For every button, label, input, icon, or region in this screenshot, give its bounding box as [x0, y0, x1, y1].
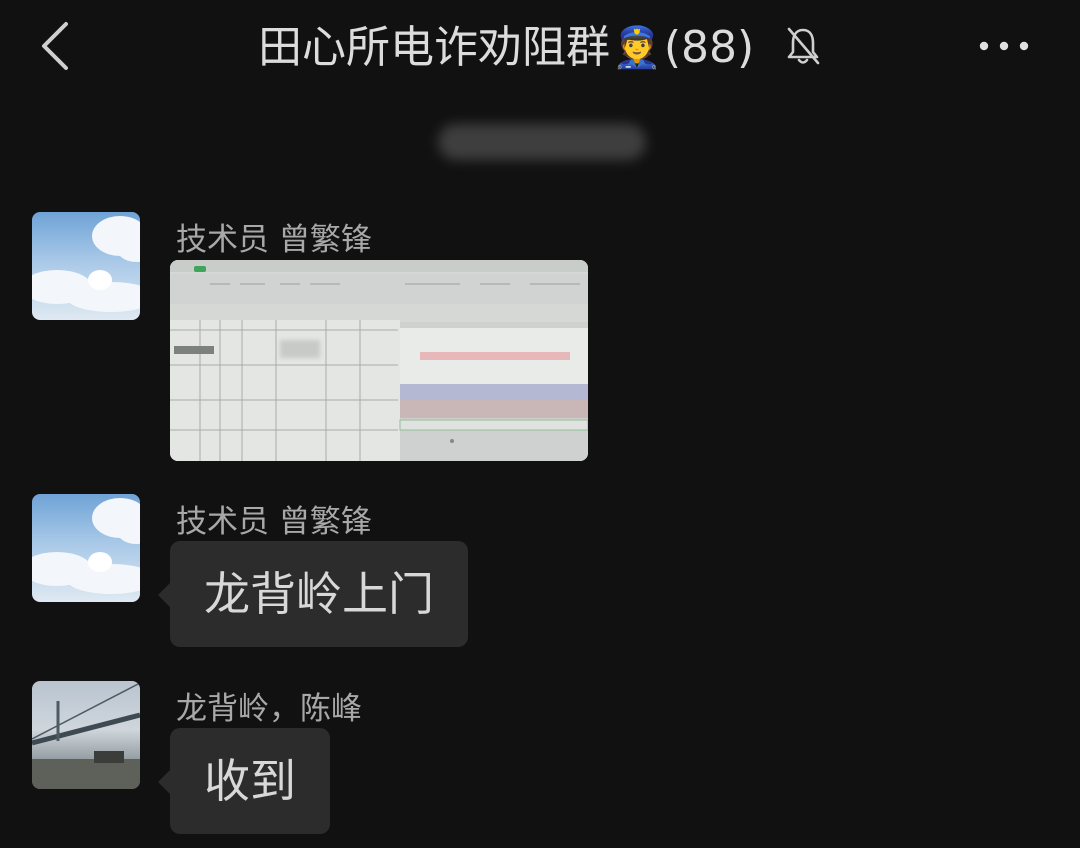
- member-count: (88): [663, 22, 755, 73]
- spreadsheet-photo[interactable]: [170, 260, 588, 461]
- message-bubble[interactable]: 收到: [158, 728, 330, 834]
- more-horizontal-icon[interactable]: [978, 38, 1030, 54]
- chevron-left-icon[interactable]: [36, 20, 76, 72]
- avatar[interactable]: [32, 681, 140, 789]
- sender-name: 技术员 曾繁锋: [176, 222, 372, 258]
- group-name: 田心所电诈劝阻群: [258, 22, 610, 73]
- bell-off-icon: [787, 27, 820, 65]
- sender-name: 技术员 曾繁锋: [176, 504, 372, 540]
- chat-title: 田心所电诈劝阻群 👮 (88): [258, 22, 754, 74]
- avatar[interactable]: [32, 212, 140, 320]
- sender-name: 龙背岭，陈峰: [176, 691, 362, 727]
- police-officer-icon: 👮: [612, 25, 662, 71]
- message-bubble[interactable]: 龙背岭上门: [158, 541, 468, 647]
- chat-header: 田心所电诈劝阻群 👮 (88): [0, 0, 1080, 100]
- avatar[interactable]: [32, 494, 140, 602]
- blurred-timestamp: [438, 124, 646, 160]
